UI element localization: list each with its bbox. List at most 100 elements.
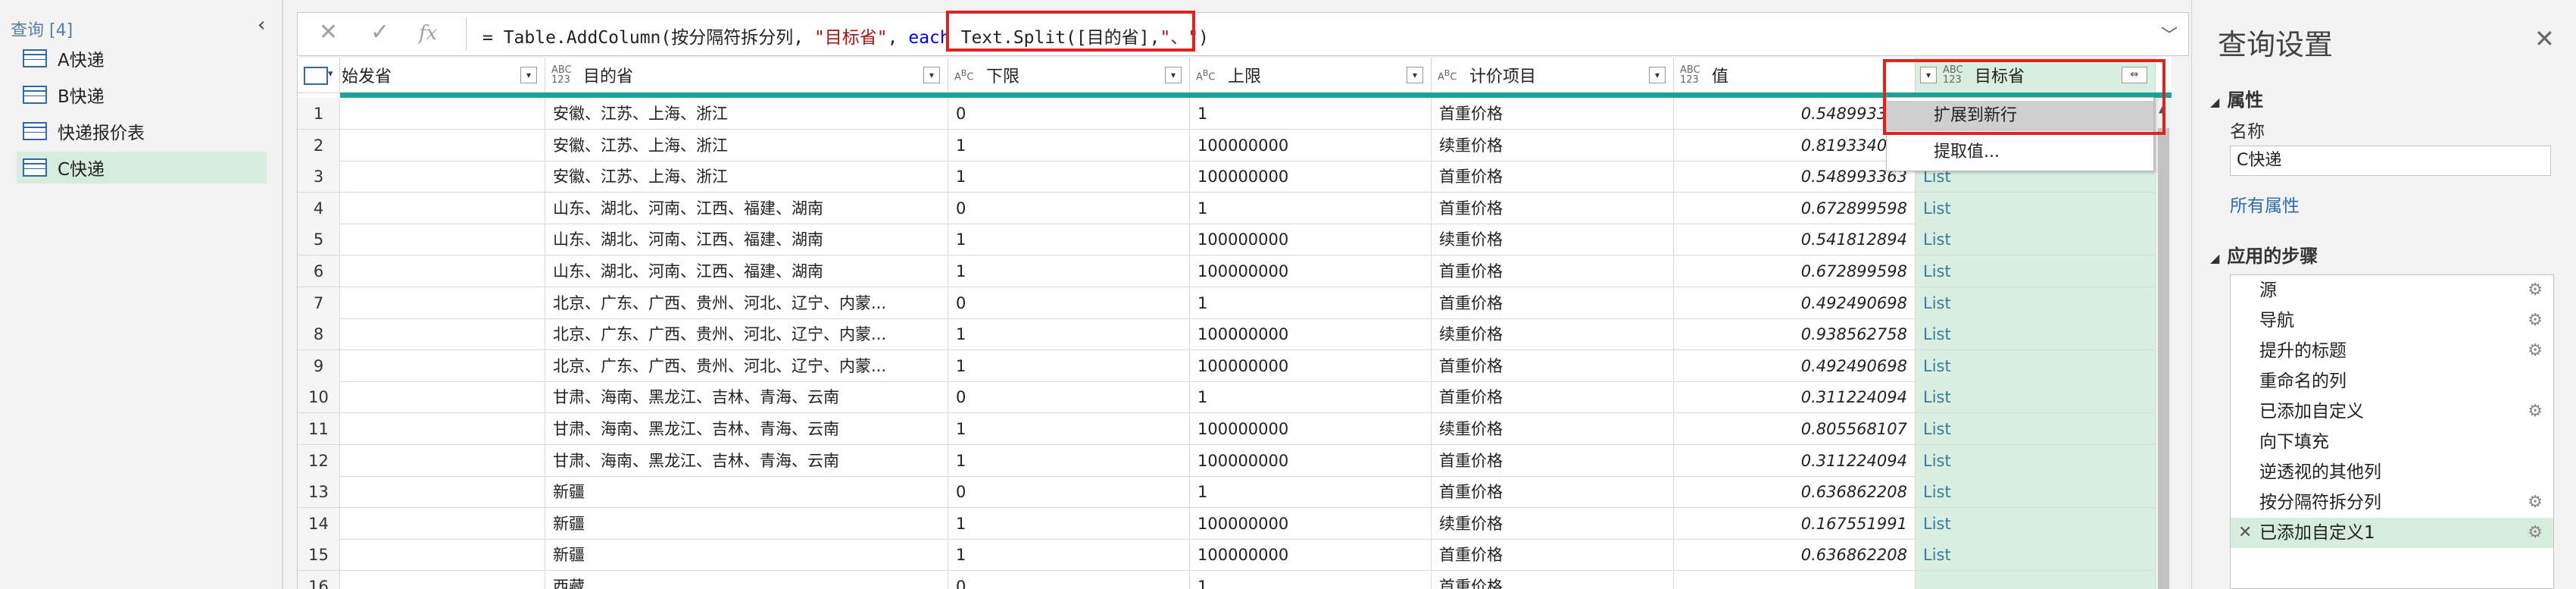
cancel-icon[interactable]: ✕ [319,19,338,45]
table-cell[interactable]: 0.938562758 [1674,318,1916,351]
gear-icon[interactable]: ⚙ [2528,487,2543,518]
table-cell[interactable]: 1 [948,255,1190,287]
table-cell[interactable]: List [1916,507,2156,540]
row-number[interactable]: 7 [298,287,340,319]
table-cell[interactable]: 100000000 [1190,255,1432,287]
table-cell[interactable]: 首重价格 [1432,444,1674,477]
table-cell[interactable]: 1 [948,161,1190,193]
table-cell[interactable]: 100000000 [1190,413,1432,445]
table-row[interactable]: 15 新疆 1 100000000 首重价格 0.636862208 List [298,539,2172,572]
applied-step[interactable]: 按分隔符拆分列 ⚙ [2231,487,2553,518]
table-cell[interactable]: 0 [948,192,1190,224]
table-cell[interactable]: 1 [948,539,1190,572]
table-row[interactable]: 11 甘肃、海南、黑龙江、吉林、青海、云南 1 100000000 续重价格 0.8055… [298,413,2172,445]
row-number[interactable]: 6 [298,255,340,287]
column-header-pricing-item[interactable]: ABC 计价项目 ▾ [1432,58,1674,92]
table-row[interactable]: 9 北京、广东、广西、贵州、河北、辽宁、内蒙... 1 100000000 首重价格 0.… [298,349,2172,382]
column-header-upper[interactable]: ABC 上限 ▾ [1190,58,1432,92]
row-number[interactable]: 8 [298,318,340,351]
table-cell[interactable] [340,255,545,287]
row-number[interactable]: 2 [298,129,340,161]
table-cell[interactable] [340,539,545,572]
table-row[interactable]: 10 甘肃、海南、黑龙江、吉林、青海、云南 0 1 首重价格 0.311224094 Lis… [298,381,2172,414]
table-cell[interactable]: List [1916,192,2156,224]
table-cell[interactable] [340,476,545,509]
table-cell[interactable]: 1 [948,507,1190,540]
table-cell[interactable]: 续重价格 [1432,507,1674,540]
table-cell[interactable] [340,98,545,130]
table-cell[interactable] [340,224,545,256]
applied-step[interactable]: 源 ⚙ [2231,275,2553,305]
column-header-destination[interactable]: ABC 123 目的省 ▾ [545,58,948,92]
table-cell[interactable]: 0.492490698 [1674,349,1916,382]
applied-step[interactable]: 提升的标题 ⚙ [2231,336,2553,366]
table-cell[interactable]: 100000000 [1190,539,1432,572]
table-cell[interactable]: List [1916,224,2156,256]
table-row[interactable]: 16 西藏 0 1 首重价格 [298,571,2172,589]
table-cell[interactable]: List [1916,349,2156,382]
gear-icon[interactable]: ⚙ [2528,518,2543,548]
table-cell[interactable]: 0.548993363 [1674,161,1916,193]
table-cell[interactable]: 100000000 [1190,129,1432,161]
table-cell[interactable] [340,349,545,382]
table-cell[interactable]: List [1916,381,2156,414]
accept-icon[interactable]: ✓ [370,19,389,45]
close-icon[interactable]: ✕ [2534,24,2555,53]
table-cell[interactable]: 新疆 [545,539,948,572]
table-cell[interactable]: 山东、湖北、河南、江西、福建、湖南 [545,192,948,224]
row-number[interactable]: 4 [298,192,340,224]
column-header-origin[interactable]: 始发省 ▾ [340,58,545,92]
table-cell[interactable]: List [1916,413,2156,445]
table-cell[interactable]: 安徽、江苏、上海、浙江 [545,129,948,161]
table-cell[interactable]: 西藏 [545,571,948,589]
table-cell[interactable]: 续重价格 [1432,413,1674,445]
table-cell[interactable]: 0.636862208 [1674,476,1916,509]
applied-step[interactable]: 导航 ⚙ [2231,305,2553,336]
table-cell[interactable] [1916,571,2156,589]
table-cell[interactable]: 续重价格 [1432,318,1674,351]
table-cell[interactable]: 0.548993363 [1674,98,1916,130]
table-cell[interactable]: 1 [948,129,1190,161]
table-row[interactable]: 6 山东、湖北、河南、江西、福建、湖南 1 100000000 首重价格 0.672899… [298,255,2172,287]
table-cell[interactable]: List [1916,287,2156,319]
table-cell[interactable] [340,287,545,319]
applied-step[interactable]: 逆透视的其他列 [2231,457,2553,487]
table-cell[interactable]: 0 [948,381,1190,414]
table-cell[interactable]: 0 [948,98,1190,130]
table-cell[interactable]: 1 [948,318,1190,351]
table-cell[interactable]: 0.672899598 [1674,192,1916,224]
table-cell[interactable] [340,161,545,193]
row-number[interactable]: 15 [298,539,340,572]
table-cell[interactable]: 0.167551991 [1674,507,1916,540]
table-cell[interactable]: 首重价格 [1432,161,1674,193]
delete-step-icon[interactable]: ✕ [2238,518,2252,548]
table-cell[interactable]: 北京、广东、广西、贵州、河北、辽宁、内蒙... [545,349,948,382]
query-item-price-table[interactable]: 快递报价表 [17,115,267,147]
applied-step[interactable]: 向下填充 [2231,427,2553,457]
queries-header[interactable]: 查询 [4] [11,17,73,41]
gear-icon[interactable]: ⚙ [2528,305,2543,336]
filter-dropdown-icon[interactable]: ▾ [1649,67,1666,83]
table-cell[interactable] [340,444,545,477]
vertical-scrollbar[interactable]: ▲ [2156,98,2172,589]
table-cell[interactable]: 1 [1190,381,1432,414]
table-cell[interactable]: 100000000 [1190,161,1432,193]
table-cell[interactable]: 0 [948,287,1190,319]
table-cell[interactable]: 甘肃、海南、黑龙江、吉林、青海、云南 [545,381,948,414]
table-cell[interactable]: 安徽、江苏、上海、浙江 [545,98,948,130]
row-number[interactable]: 12 [298,444,340,477]
filter-dropdown-icon[interactable]: ▾ [520,67,537,83]
table-cell[interactable]: 甘肃、海南、黑龙江、吉林、青海、云南 [545,444,948,477]
applied-step[interactable]: 重命名的列 [2231,366,2553,396]
table-cell[interactable]: 首重价格 [1432,571,1674,589]
table-cell[interactable]: 1 [948,413,1190,445]
table-cell[interactable]: List [1916,318,2156,351]
table-row[interactable]: 12 甘肃、海南、黑龙江、吉林、青海、云南 1 100000000 首重价格 0.3112… [298,444,2172,477]
table-cell[interactable] [1674,571,1916,589]
table-cell[interactable] [340,318,545,351]
table-cell[interactable] [340,507,545,540]
query-item-a[interactable]: A快递 [17,42,267,74]
table-cell[interactable]: 0.311224094 [1674,444,1916,477]
table-cell[interactable]: 1 [1190,192,1432,224]
query-name-field[interactable]: C快递 [2230,146,2551,176]
